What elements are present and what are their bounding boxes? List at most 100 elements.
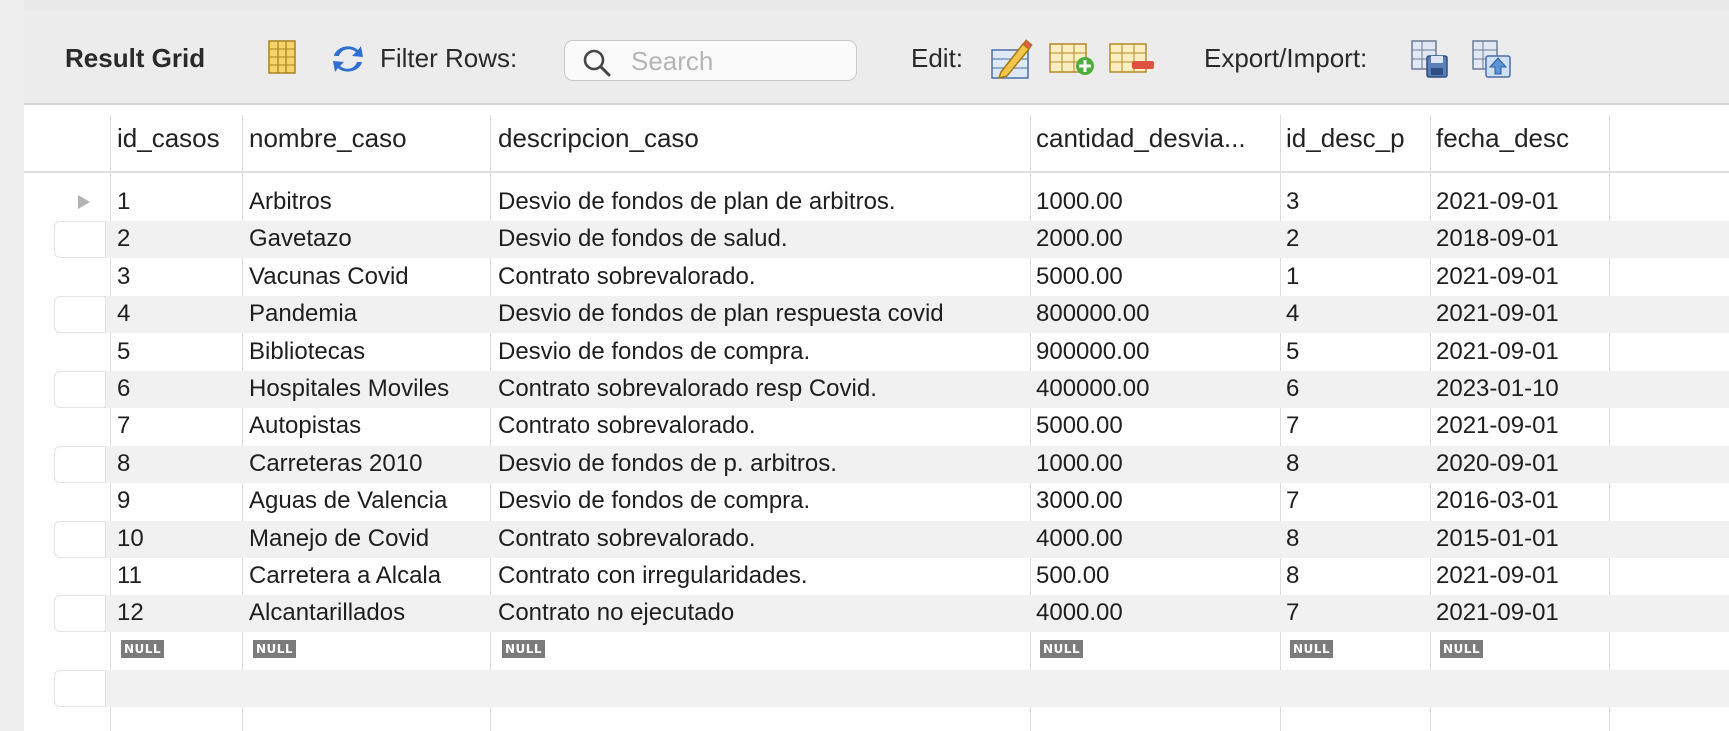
- cell-fecha-desc[interactable]: 2016-03-01: [1436, 486, 1606, 516]
- delete-row-icon[interactable]: [1108, 40, 1156, 83]
- cell-nombre-caso[interactable]: Aguas de Valencia: [249, 486, 487, 516]
- add-row-icon[interactable]: [1048, 40, 1096, 83]
- row-selector[interactable]: [54, 670, 106, 708]
- cell-nombre-caso[interactable]: Carreteras 2010: [249, 449, 487, 479]
- cell-cantidad-desviada[interactable]: 5000.00: [1036, 262, 1276, 292]
- row-selector[interactable]: [54, 296, 106, 334]
- empty-row[interactable]: [24, 670, 1729, 708]
- cell-id-casos[interactable]: 12: [117, 598, 239, 628]
- cell-nombre-caso[interactable]: Carretera a Alcala: [249, 561, 487, 591]
- null-badge[interactable]: NULL: [1040, 639, 1084, 658]
- edit-row-icon[interactable]: [989, 38, 1035, 85]
- row-selector[interactable]: [54, 520, 106, 558]
- cell-descripcion-caso[interactable]: Contrato sobrevalorado resp Covid.: [498, 374, 1026, 404]
- cell-id-casos[interactable]: 11: [117, 561, 239, 591]
- cell-id-desc-p[interactable]: 8: [1286, 524, 1428, 554]
- null-badge[interactable]: NULL: [121, 639, 165, 658]
- cell-cantidad-desviada[interactable]: 4000.00: [1036, 524, 1276, 554]
- cell-id-casos[interactable]: 10: [117, 524, 239, 554]
- cell-id-desc-p[interactable]: 4: [1286, 299, 1428, 329]
- cell-descripcion-caso[interactable]: Desvio de fondos de compra.: [498, 486, 1026, 516]
- cell-id-casos[interactable]: 1: [117, 187, 239, 217]
- cell-fecha-desc[interactable]: 2021-09-01: [1436, 337, 1606, 367]
- export-icon[interactable]: [1409, 38, 1451, 85]
- cell-nombre-caso[interactable]: Alcantarillados: [249, 598, 487, 628]
- table-row[interactable]: 8 Carreteras 2010 Desvio de fondos de p. a…: [24, 445, 1729, 483]
- cell-descripcion-caso[interactable]: Desvio de fondos de salud.: [498, 224, 1026, 254]
- cell-id-casos[interactable]: 5: [117, 337, 239, 367]
- refresh-icon[interactable]: [328, 40, 368, 83]
- cell-id-desc-p[interactable]: 8: [1286, 561, 1428, 591]
- cell-cantidad-desviada[interactable]: 1000.00: [1036, 449, 1276, 479]
- cell-descripcion-caso[interactable]: Contrato no ejecutado: [498, 598, 1026, 628]
- null-badge[interactable]: NULL: [1290, 639, 1334, 658]
- column-header-id-desc-p[interactable]: id_desc_p: [1286, 123, 1428, 153]
- cell-fecha-desc[interactable]: 2021-09-01: [1436, 262, 1606, 292]
- cell-descripcion-caso[interactable]: Desvio de fondos de plan de arbitros.: [498, 187, 1026, 217]
- table-row[interactable]: 12 Alcantarillados Contrato no ejecutado 40…: [24, 595, 1729, 633]
- cell-nombre-caso[interactable]: Gavetazo: [249, 224, 487, 254]
- null-badge[interactable]: NULL: [502, 639, 546, 658]
- cell-id-desc-p[interactable]: 3: [1286, 187, 1428, 217]
- null-badge[interactable]: NULL: [1440, 639, 1484, 658]
- column-header-id-casos[interactable]: id_casos: [117, 123, 239, 153]
- cell-cantidad-desviada[interactable]: 4000.00: [1036, 598, 1276, 628]
- cell-fecha-desc[interactable]: 2018-09-01: [1436, 224, 1606, 254]
- cell-id-desc-p[interactable]: 2: [1286, 224, 1428, 254]
- column-header-cantidad-desviada[interactable]: cantidad_desvia...: [1036, 123, 1276, 153]
- cell-id-desc-p[interactable]: 8: [1286, 449, 1428, 479]
- cell-cantidad-desviada[interactable]: 1000.00: [1036, 187, 1276, 217]
- cell-id-casos[interactable]: 3: [117, 262, 239, 292]
- cell-descripcion-caso[interactable]: Contrato sobrevalorado.: [498, 262, 1026, 292]
- row-selector[interactable]: [54, 371, 106, 408]
- cell-fecha-desc[interactable]: 2021-09-01: [1436, 411, 1606, 441]
- table-row[interactable]: 7 Autopistas Contrato sobrevalorado. 5000.0…: [24, 408, 1729, 445]
- cell-fecha-desc[interactable]: 2015-01-01: [1436, 524, 1606, 554]
- row-selector[interactable]: [54, 445, 106, 483]
- cell-id-casos[interactable]: 4: [117, 299, 239, 329]
- cell-id-casos[interactable]: 6: [117, 374, 239, 404]
- import-icon[interactable]: [1470, 38, 1512, 85]
- null-badge[interactable]: NULL: [253, 639, 297, 658]
- cell-cantidad-desviada[interactable]: 2000.00: [1036, 224, 1276, 254]
- cell-fecha-desc[interactable]: 2023-01-10: [1436, 374, 1606, 404]
- cell-id-casos[interactable]: 2: [117, 224, 239, 254]
- cell-fecha-desc[interactable]: 2021-09-01: [1436, 187, 1606, 217]
- column-header-descripcion-caso[interactable]: descripcion_caso: [498, 123, 1026, 153]
- cell-cantidad-desviada[interactable]: 3000.00: [1036, 486, 1276, 516]
- cell-descripcion-caso[interactable]: Contrato sobrevalorado.: [498, 411, 1026, 441]
- cell-descripcion-caso[interactable]: Desvio de fondos de p. arbitros.: [498, 449, 1026, 479]
- column-header-nombre-caso[interactable]: nombre_caso: [249, 123, 487, 153]
- cell-nombre-caso[interactable]: Vacunas Covid: [249, 262, 487, 292]
- cell-descripcion-caso[interactable]: Desvio de fondos de compra.: [498, 337, 1026, 367]
- cell-id-desc-p[interactable]: 7: [1286, 598, 1428, 628]
- cell-id-desc-p[interactable]: 7: [1286, 486, 1428, 516]
- cell-cantidad-desviada[interactable]: 5000.00: [1036, 411, 1276, 441]
- cell-nombre-caso[interactable]: Autopistas: [249, 411, 487, 441]
- cell-id-desc-p[interactable]: 1: [1286, 262, 1428, 292]
- cell-fecha-desc[interactable]: 2021-09-01: [1436, 561, 1606, 591]
- cell-id-desc-p[interactable]: 7: [1286, 411, 1428, 441]
- table-row[interactable]: 2 Gavetazo Desvio de fondos de salud. 2000.…: [24, 221, 1729, 259]
- cell-id-desc-p[interactable]: 6: [1286, 374, 1428, 404]
- table-row[interactable]: 3 Vacunas Covid Contrato sobrevalorado. 500…: [24, 259, 1729, 296]
- table-row[interactable]: 10 Manejo de Covid Contrato sobrevalorado.…: [24, 520, 1729, 558]
- row-selector[interactable]: [54, 221, 106, 259]
- table-row[interactable]: 1 Arbitros Desvio de fondos de plan de arb…: [24, 184, 1729, 221]
- cell-nombre-caso[interactable]: Arbitros: [249, 187, 487, 217]
- cell-fecha-desc[interactable]: 2020-09-01: [1436, 449, 1606, 479]
- cell-id-desc-p[interactable]: 5: [1286, 337, 1428, 367]
- table-row[interactable]: 11 Carretera a Alcala Contrato con irregul…: [24, 558, 1729, 595]
- table-row[interactable]: 9 Aguas de Valencia Desvio de fondos de co…: [24, 483, 1729, 520]
- cell-descripcion-caso[interactable]: Contrato con irregularidades.: [498, 561, 1026, 591]
- cell-cantidad-desviada[interactable]: 800000.00: [1036, 299, 1276, 329]
- cell-nombre-caso[interactable]: Manejo de Covid: [249, 524, 487, 554]
- column-header-fecha-desc[interactable]: fecha_desc: [1436, 123, 1606, 153]
- filter-rows-search-field[interactable]: [564, 40, 857, 81]
- search-input[interactable]: [629, 45, 843, 77]
- table-row[interactable]: 6 Hospitales Moviles Contrato sobrevalorad…: [24, 371, 1729, 408]
- cell-cantidad-desviada[interactable]: 400000.00: [1036, 374, 1276, 404]
- table-row[interactable]: 5 Bibliotecas Desvio de fondos de compra. 9…: [24, 334, 1729, 371]
- cell-nombre-caso[interactable]: Bibliotecas: [249, 337, 487, 367]
- cell-nombre-caso[interactable]: Hospitales Moviles: [249, 374, 487, 404]
